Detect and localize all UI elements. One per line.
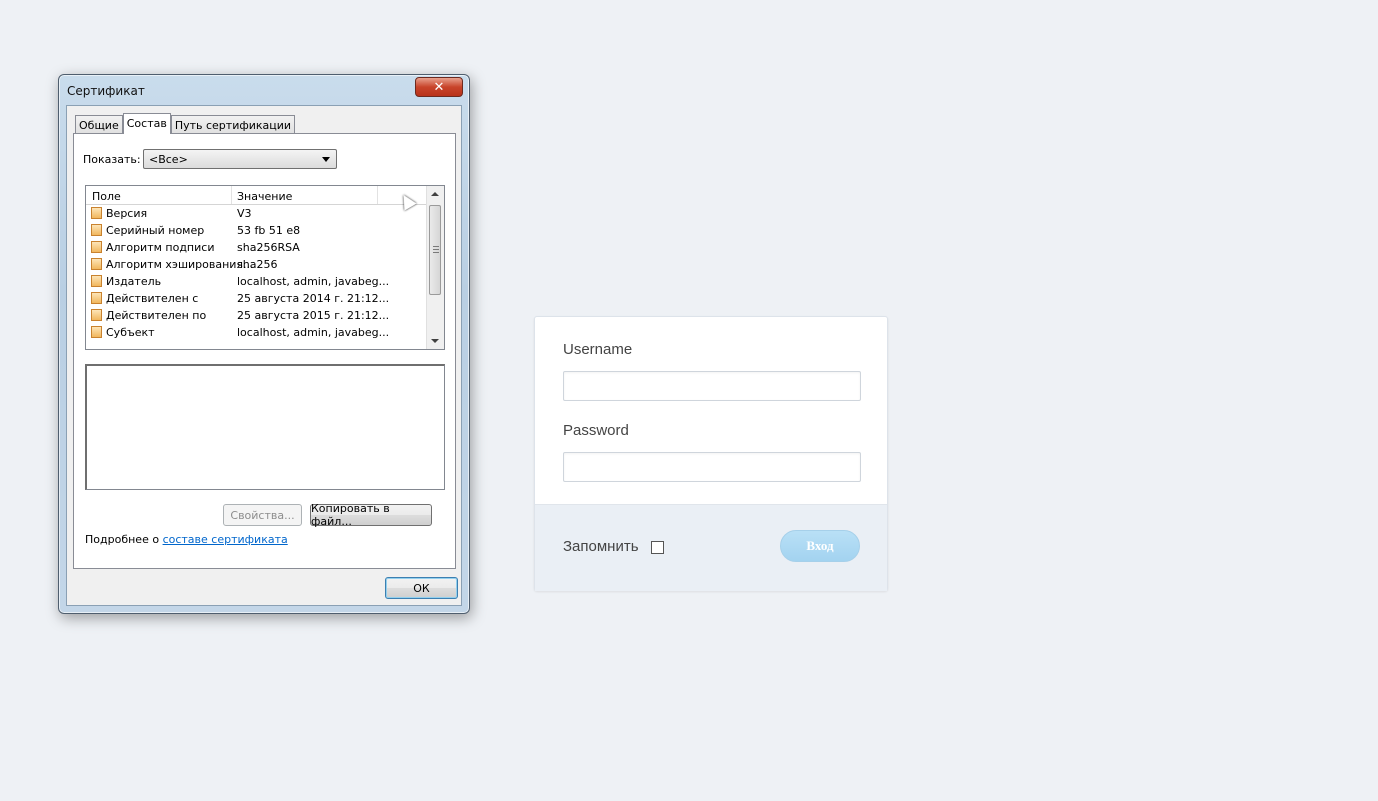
fields-list[interactable]: Поле Значение Версия V3 Серийный номер 5… xyxy=(85,185,445,350)
field-value: 25 августа 2014 г. 21:12... xyxy=(237,292,390,305)
more-info-text: Подробнее о составе сертификата xyxy=(85,533,288,546)
scroll-up-icon[interactable] xyxy=(431,192,439,196)
properties-button[interactable]: Свойства... xyxy=(223,504,302,526)
scroll-thumb[interactable] xyxy=(429,205,441,295)
vertical-scrollbar[interactable] xyxy=(426,186,444,349)
certificate-dialog: Сертификат ✕ Общие Состав Путь сертифика… xyxy=(58,74,470,614)
certificate-field-icon xyxy=(91,258,102,270)
column-header-value[interactable]: Значение xyxy=(237,190,292,203)
list-item[interactable]: Субъект localhost, admin, javabeg... xyxy=(86,324,427,341)
list-item[interactable]: Алгоритм подписи sha256RSA xyxy=(86,239,427,256)
tab-certification-path[interactable]: Путь сертификации xyxy=(170,115,296,133)
copy-to-file-button[interactable]: Копировать в файл... xyxy=(310,502,432,528)
list-item[interactable]: Издатель localhost, admin, javabeg... xyxy=(86,273,427,290)
column-separator[interactable] xyxy=(377,186,378,204)
more-info-prefix: Подробнее о xyxy=(85,533,163,546)
show-select-value: <Все> xyxy=(149,153,188,166)
field-value: sha256RSA xyxy=(237,241,300,254)
field-value: localhost, admin, javabeg... xyxy=(237,326,390,339)
username-label: Username xyxy=(563,341,633,358)
grip-icon xyxy=(433,246,439,253)
username-input[interactable] xyxy=(563,371,861,401)
list-item[interactable]: Алгоритм хэширования... sha256 xyxy=(86,256,427,273)
certificate-field-icon xyxy=(91,241,102,253)
close-icon: ✕ xyxy=(433,79,445,95)
field-name: Действителен с xyxy=(106,292,199,305)
show-label: Показать: xyxy=(83,153,141,166)
scroll-down-icon[interactable] xyxy=(431,339,439,343)
ok-button[interactable]: ОК xyxy=(385,577,458,599)
field-value: 53 fb 51 e8 xyxy=(237,224,301,237)
field-name: Версия xyxy=(106,207,148,220)
tab-strip: Общие Состав Путь сертификации xyxy=(75,113,296,134)
remember-checkbox[interactable] xyxy=(651,541,664,554)
chevron-down-icon xyxy=(322,157,330,162)
list-header: Поле Значение xyxy=(86,186,427,205)
dialog-title: Сертификат xyxy=(67,84,145,98)
login-footer: Запомнить Вход xyxy=(535,504,887,591)
field-name: Субъект xyxy=(106,326,155,339)
field-value: localhost, admin, javabeg... xyxy=(237,275,390,288)
column-separator[interactable] xyxy=(231,186,232,204)
field-name: Алгоритм подписи xyxy=(106,241,215,254)
close-button[interactable]: ✕ xyxy=(415,77,463,97)
password-input[interactable] xyxy=(563,452,861,482)
field-name: Действителен по xyxy=(106,309,207,322)
certificate-field-icon xyxy=(91,275,102,287)
field-detail-textbox[interactable] xyxy=(85,364,445,490)
certificate-details-link[interactable]: составе сертификата xyxy=(163,533,288,546)
login-button[interactable]: Вход xyxy=(780,530,860,562)
column-header-field[interactable]: Поле xyxy=(92,190,121,203)
certificate-field-icon xyxy=(91,292,102,304)
list-rows: Версия V3 Серийный номер 53 fb 51 e8 Алг… xyxy=(86,205,427,341)
field-name: Серийный номер xyxy=(106,224,205,237)
password-label: Password xyxy=(563,422,629,439)
list-item[interactable]: Серийный номер 53 fb 51 e8 xyxy=(86,222,427,239)
login-form: Username Password Запомнить Вход xyxy=(534,316,888,591)
field-value: sha256 xyxy=(237,258,278,271)
tab-general[interactable]: Общие xyxy=(75,115,123,133)
field-value: 25 августа 2015 г. 21:12... xyxy=(237,309,390,322)
list-item[interactable]: Действителен с 25 августа 2014 г. 21:12.… xyxy=(86,290,427,307)
certificate-field-icon xyxy=(91,309,102,321)
remember-label: Запомнить xyxy=(563,538,639,555)
list-item[interactable]: Действителен по 25 августа 2015 г. 21:12… xyxy=(86,307,427,324)
certificate-field-icon xyxy=(91,207,102,219)
dialog-client-area: Общие Состав Путь сертификации Показать:… xyxy=(66,105,462,606)
list-item[interactable]: Версия V3 xyxy=(86,205,427,222)
certificate-field-icon xyxy=(91,326,102,338)
field-name: Алгоритм хэширования... xyxy=(106,258,254,271)
field-name: Издатель xyxy=(106,275,162,288)
field-value: V3 xyxy=(237,207,252,220)
show-select[interactable]: <Все> xyxy=(143,149,337,169)
tab-details[interactable]: Состав xyxy=(122,113,171,134)
certificate-field-icon xyxy=(91,224,102,236)
